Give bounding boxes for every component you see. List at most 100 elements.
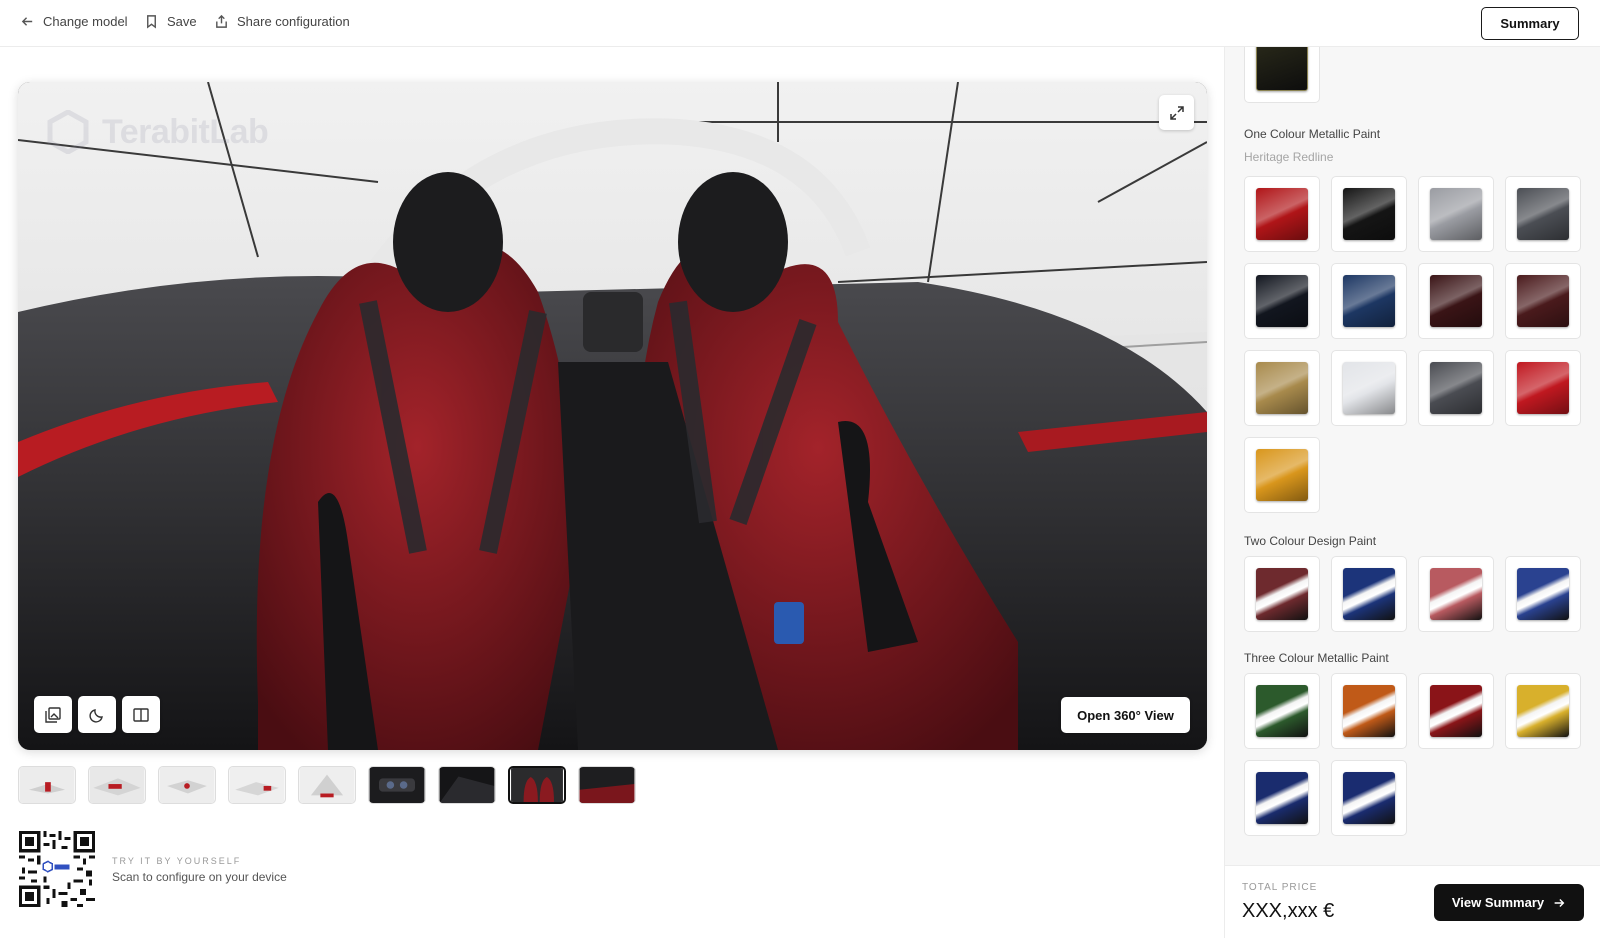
qr-label: TRY IT BY YOURSELF [112, 856, 242, 866]
thumbnail-7[interactable] [438, 766, 496, 804]
price-bar: TOTAL PRICE XXX,xxx € View Summary [1224, 865, 1600, 938]
car-interior-thumb-icon [439, 767, 495, 803]
two-colour-title: Two Colour Design Paint [1244, 534, 1377, 548]
thumbnail-1[interactable] [18, 766, 76, 804]
arrow-left-icon [21, 17, 33, 26]
total-price-label: TOTAL PRICE [1242, 882, 1318, 893]
paint-swatch[interactable] [1505, 263, 1581, 339]
car-interior-thumb-icon [579, 767, 635, 803]
share-icon [216, 14, 227, 28]
paint-chip [1256, 449, 1308, 501]
car-exterior-thumb-icon [19, 767, 75, 803]
top-bar: Change model Save Share configuration Su… [0, 0, 1600, 47]
summary-button[interactable]: Summary [1481, 7, 1579, 40]
car-exterior-thumb-icon [159, 767, 215, 803]
car-interior-thumb-icon [511, 768, 563, 802]
paint-swatch[interactable] [1244, 176, 1320, 252]
paint-swatch-previous[interactable] [1244, 47, 1320, 103]
paint-swatch[interactable] [1331, 556, 1407, 632]
night-mode-button[interactable] [78, 696, 116, 733]
paint-swatch[interactable] [1244, 350, 1320, 426]
paint-chip [1517, 568, 1569, 620]
thumbnail-9[interactable] [578, 766, 636, 804]
thumbnail-6[interactable] [368, 766, 426, 804]
selected-paint-name: Heritage Redline [1244, 150, 1334, 164]
paint-chip [1256, 685, 1308, 737]
paint-swatch[interactable] [1505, 556, 1581, 632]
paint-chip [1343, 275, 1395, 327]
qr-description: Scan to configure on your device [112, 870, 287, 884]
qr-code [19, 831, 95, 907]
paint-swatch[interactable] [1331, 760, 1407, 836]
share-configuration-button[interactable]: Share configuration [214, 14, 350, 29]
paint-swatch[interactable] [1331, 176, 1407, 252]
paint-chip [1343, 772, 1395, 824]
paint-swatch[interactable] [1505, 350, 1581, 426]
paint-chip [1256, 188, 1308, 240]
paint-swatch[interactable] [1418, 176, 1494, 252]
terabitlab-watermark: TerabitLab [46, 110, 269, 154]
paint-chip [1430, 362, 1482, 414]
car-viewer[interactable]: TerabitLab Open 360° View [18, 82, 1207, 750]
paint-swatch[interactable] [1244, 263, 1320, 339]
view-summary-button[interactable]: View Summary [1434, 884, 1584, 921]
change-model-button[interactable]: Change model [20, 14, 128, 29]
moon-icon [89, 708, 103, 723]
watermark-text: TerabitLab [102, 112, 269, 151]
paint-chip [1517, 275, 1569, 327]
thumbnail-4[interactable] [228, 766, 286, 804]
paint-chip [1256, 772, 1308, 824]
paint-swatch[interactable] [1505, 176, 1581, 252]
car-exterior-thumb-icon [299, 767, 355, 803]
thumbnail-5[interactable] [298, 766, 356, 804]
paint-swatch[interactable] [1418, 673, 1494, 749]
paint-chip [1430, 188, 1482, 240]
paint-chip [1256, 568, 1308, 620]
paint-chip [1517, 362, 1569, 414]
paint-chip [1430, 685, 1482, 737]
gallery-button[interactable] [34, 696, 72, 733]
expand-icon [1169, 105, 1184, 120]
thumbnail-strip [18, 766, 636, 804]
paint-swatch[interactable] [1331, 673, 1407, 749]
view-summary-label: View Summary [1451, 895, 1545, 910]
paint-chip [1343, 568, 1395, 620]
paint-swatch[interactable] [1244, 556, 1320, 632]
paint-swatch[interactable] [1244, 760, 1320, 836]
car-exterior-thumb-icon [89, 767, 145, 803]
paint-swatch[interactable] [1244, 673, 1320, 749]
paint-chip [1430, 275, 1482, 327]
paint-swatch[interactable] [1418, 263, 1494, 339]
terabitlab-logo-icon [47, 110, 89, 154]
paint-swatch[interactable] [1331, 263, 1407, 339]
paint-chip [1256, 275, 1308, 327]
paint-swatch[interactable] [1418, 350, 1494, 426]
car-interior-thumb-icon [369, 767, 425, 803]
save-button[interactable]: Save [144, 14, 197, 29]
change-model-label: Change model [43, 14, 128, 29]
paint-chip [1256, 362, 1308, 414]
fullscreen-button[interactable] [1159, 95, 1194, 130]
paint-swatch[interactable] [1418, 556, 1494, 632]
share-label: Share configuration [237, 14, 350, 29]
paint-chip [1430, 568, 1482, 620]
paint-swatch[interactable] [1331, 350, 1407, 426]
gallery-icon [45, 706, 61, 723]
split-view-button[interactable] [122, 696, 160, 733]
paint-chip [1343, 188, 1395, 240]
save-label: Save [167, 14, 197, 29]
split-view-icon [133, 707, 149, 722]
thumbnail-2[interactable] [88, 766, 146, 804]
paint-options-panel: One Colour Metallic Paint Heritage Redli… [1224, 47, 1600, 865]
thumbnail-8-active[interactable] [508, 766, 566, 804]
bookmark-icon [147, 15, 156, 29]
one-colour-title: One Colour Metallic Paint [1244, 127, 1381, 141]
three-colour-title: Three Colour Metallic Paint [1244, 651, 1389, 665]
total-price-value: XXX,xxx € [1242, 900, 1335, 922]
paint-swatch[interactable] [1244, 437, 1320, 513]
arrow-right-icon [1554, 898, 1565, 907]
paint-chip [1517, 188, 1569, 240]
thumbnail-3[interactable] [158, 766, 216, 804]
paint-swatch[interactable] [1505, 673, 1581, 749]
open-360-view-button[interactable]: Open 360° View [1061, 697, 1190, 733]
